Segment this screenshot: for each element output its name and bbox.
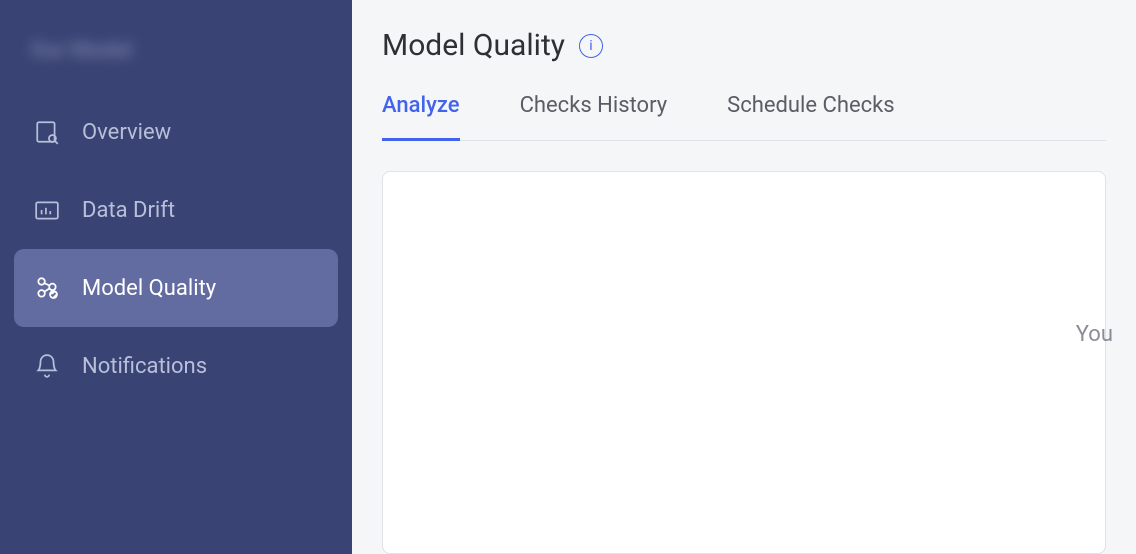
- sidebar-item-label: Overview: [82, 120, 171, 145]
- app-root: Our Model Overview: [0, 0, 1136, 554]
- tab-analyze[interactable]: Analyze: [382, 93, 460, 141]
- sidebar-item-label: Model Quality: [82, 276, 216, 301]
- data-drift-icon: [34, 197, 60, 223]
- sidebar-header: Our Model: [0, 18, 352, 93]
- sidebar-item-data-drift[interactable]: Data Drift: [14, 171, 338, 249]
- sidebar: Our Model Overview: [0, 0, 352, 554]
- sidebar-item-notifications[interactable]: Notifications: [14, 327, 338, 405]
- info-icon[interactable]: i: [579, 34, 603, 58]
- page-title-row: Model Quality i: [382, 28, 1106, 63]
- sidebar-item-label: Notifications: [82, 354, 207, 379]
- sidebar-item-label: Data Drift: [82, 198, 175, 223]
- main-header: Model Quality i Analyze Checks History S…: [352, 0, 1136, 141]
- sidebar-item-overview[interactable]: Overview: [14, 93, 338, 171]
- sidebar-item-model-quality[interactable]: Model Quality: [14, 249, 338, 327]
- panel-placeholder-text: You: [1076, 322, 1113, 347]
- main-content: Model Quality i Analyze Checks History S…: [352, 0, 1136, 554]
- tab-schedule-checks[interactable]: Schedule Checks: [727, 93, 895, 141]
- content-panel: You: [382, 171, 1106, 554]
- sidebar-nav: Overview Data Drift: [0, 93, 352, 405]
- main-tabs: Analyze Checks History Schedule Checks: [382, 93, 1106, 141]
- page-title: Model Quality: [382, 28, 565, 63]
- tab-checks-history[interactable]: Checks History: [520, 93, 668, 141]
- content-area: You: [352, 141, 1136, 554]
- model-quality-icon: [34, 275, 60, 301]
- overview-icon: [34, 119, 60, 145]
- bell-icon: [34, 353, 60, 379]
